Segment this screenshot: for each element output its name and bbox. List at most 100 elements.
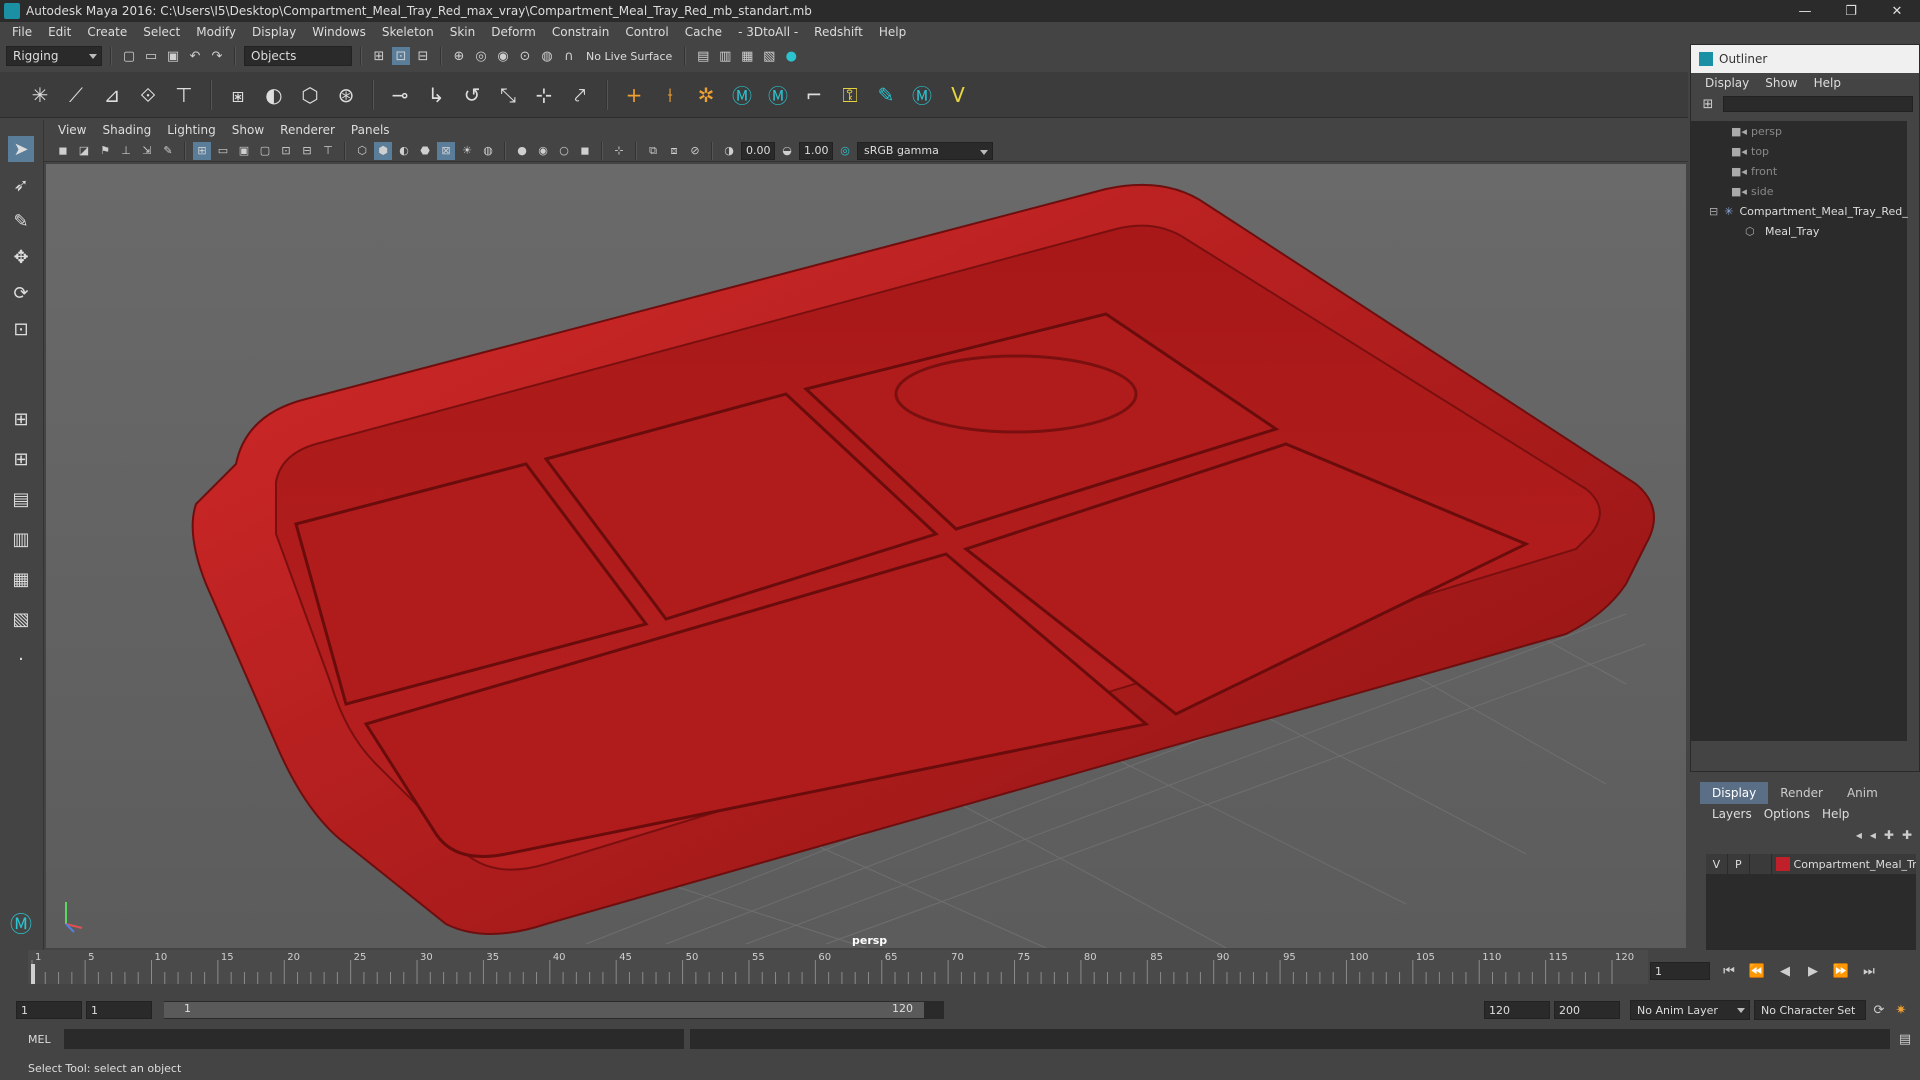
- menu-create[interactable]: Create: [79, 25, 135, 39]
- outliner-search-input[interactable]: [1723, 96, 1913, 112]
- paint-select-icon[interactable]: ✎: [8, 208, 34, 234]
- live-surface-label[interactable]: No Live Surface: [586, 50, 672, 63]
- outliner-menu-show[interactable]: Show: [1757, 76, 1805, 90]
- play-forward-icon[interactable]: ▶: [1804, 962, 1822, 980]
- lasso-tool-icon[interactable]: ➶: [8, 172, 34, 198]
- grease-pencil-icon[interactable]: ✎: [159, 142, 177, 160]
- move-layer-up-icon[interactable]: ◂: [1856, 828, 1862, 842]
- orient-joint-icon[interactable]: ⊤: [170, 81, 198, 109]
- end-time-field[interactable]: 200: [1554, 1001, 1620, 1019]
- scale-tool-icon[interactable]: ⊡: [8, 316, 34, 342]
- menu-control[interactable]: Control: [617, 25, 676, 39]
- playback-start-field[interactable]: 1: [86, 1001, 152, 1019]
- menu-select[interactable]: Select: [135, 25, 188, 39]
- isolate-select-icon[interactable]: ⊹: [610, 142, 628, 160]
- character-set-dropdown[interactable]: No Character Set: [1754, 1000, 1866, 1020]
- camera-attr-icon[interactable]: ◪: [75, 142, 93, 160]
- screen-ao-icon[interactable]: ●: [513, 142, 531, 160]
- layout-outliner-icon[interactable]: ▤: [8, 486, 34, 512]
- menu-3dtoall[interactable]: - 3DtoAll -: [730, 25, 806, 39]
- aim-constraint-icon[interactable]: ↳: [422, 81, 450, 109]
- snap-view-icon[interactable]: ⊙: [516, 47, 534, 65]
- time-ruler[interactable]: 1 5 10 15 20 25 30 35 40 45 50 55 60 65 70 75 80 85 90 95 10…: [28, 950, 1648, 984]
- quick-rig-icon[interactable]: ✎: [872, 81, 900, 109]
- gate-mask-icon[interactable]: ▢: [256, 142, 274, 160]
- layer-playback-toggle[interactable]: P: [1728, 854, 1750, 874]
- outliner-item-front[interactable]: ■◂ front: [1691, 161, 1907, 181]
- joint-tool-icon[interactable]: ✳: [26, 81, 54, 109]
- color-management-icon[interactable]: ◎: [836, 142, 854, 160]
- hypershade-icon[interactable]: ●: [782, 47, 800, 65]
- gamma-field[interactable]: 1.00: [799, 141, 833, 160]
- safe-action-icon[interactable]: ⊟: [298, 142, 316, 160]
- layout-hypershade-icon[interactable]: ▧: [8, 606, 34, 632]
- layer-type-toggle[interactable]: [1750, 854, 1772, 874]
- start-time-field[interactable]: 1: [16, 1001, 82, 1019]
- render-settings-icon[interactable]: ▤: [694, 47, 712, 65]
- layout-persp-icon[interactable]: ▦: [8, 566, 34, 592]
- ik-handle-icon[interactable]: ⟋: [62, 81, 90, 109]
- film-gate-icon[interactable]: ▭: [214, 142, 232, 160]
- lattice-icon[interactable]: ⬡: [296, 81, 324, 109]
- ipr-render-icon[interactable]: ▦: [738, 47, 756, 65]
- maya-home-icon[interactable]: Ⓜ: [8, 910, 34, 938]
- snap-curve-icon[interactable]: ◎: [472, 47, 490, 65]
- layer-menu-help[interactable]: Help: [1816, 807, 1855, 821]
- outliner-item-side[interactable]: ■◂ side: [1691, 181, 1907, 201]
- four-pane-icon[interactable]: ⊞: [8, 446, 34, 472]
- restore-button[interactable]: ❐: [1828, 0, 1874, 22]
- playback-end-field[interactable]: 120: [1484, 1001, 1550, 1019]
- image-plane-icon[interactable]: ⊥: [117, 142, 135, 160]
- range-track[interactable]: 1 120: [164, 1001, 944, 1019]
- layer-visibility-toggle[interactable]: V: [1706, 854, 1728, 874]
- bookmark-icon[interactable]: ⚑: [96, 142, 114, 160]
- tab-anim[interactable]: Anim: [1835, 782, 1890, 804]
- menu-help[interactable]: Help: [871, 25, 914, 39]
- textured-icon[interactable]: ⊠: [437, 141, 455, 160]
- use-lights-icon[interactable]: ☀: [458, 142, 476, 160]
- outliner-item-persp[interactable]: ■◂ persp: [1691, 121, 1907, 141]
- render-frame-icon[interactable]: ▥: [716, 47, 734, 65]
- minimize-button[interactable]: —: [1782, 0, 1828, 22]
- outliner-menu-display[interactable]: Display: [1697, 76, 1757, 90]
- outliner-menu-help[interactable]: Help: [1806, 76, 1849, 90]
- range-handle[interactable]: [164, 1002, 924, 1018]
- go-to-start-icon[interactable]: ⏮: [1720, 962, 1738, 980]
- close-button[interactable]: ✕: [1874, 0, 1920, 22]
- menu-display[interactable]: Display: [244, 25, 304, 39]
- layout-custom-icon[interactable]: ·: [8, 646, 34, 672]
- outliner-filter-icon[interactable]: ⊞: [1699, 95, 1717, 113]
- current-frame-marker[interactable]: [31, 964, 35, 984]
- shadows-icon[interactable]: ◍: [479, 142, 497, 160]
- 2d-pan-icon[interactable]: ⇲: [138, 142, 156, 160]
- wireframe-on-shaded-icon[interactable]: ⬣: [416, 142, 434, 160]
- menu-cache[interactable]: Cache: [677, 25, 730, 39]
- bind-skin-icon[interactable]: ⧆: [224, 81, 252, 109]
- menu-windows[interactable]: Windows: [304, 25, 374, 39]
- command-input[interactable]: [64, 1029, 684, 1049]
- outliner-item-group[interactable]: ⊟ ✳ Compartment_Meal_Tray_Red_: [1691, 201, 1908, 221]
- v-ray-icon[interactable]: V: [944, 81, 972, 109]
- anim-layer-dropdown[interactable]: No Anim Layer: [1630, 1000, 1750, 1020]
- safe-title-icon[interactable]: ⊤: [319, 142, 337, 160]
- collapse-icon[interactable]: ⊟: [1709, 205, 1718, 218]
- viewport-menu-view[interactable]: View: [50, 123, 94, 137]
- snap-surface-icon[interactable]: ◍: [538, 47, 556, 65]
- xray-joints-icon[interactable]: ⧈: [665, 142, 683, 160]
- current-frame-field[interactable]: 1: [1650, 962, 1710, 980]
- blank-shelf-icon[interactable]: ⌐: [800, 81, 828, 109]
- single-pane-icon[interactable]: ⊞: [8, 406, 34, 432]
- viewport-menu-show[interactable]: Show: [224, 123, 272, 137]
- camera-select-icon[interactable]: ◼: [54, 142, 72, 160]
- viewport-menu-shading[interactable]: Shading: [94, 123, 159, 137]
- undo-icon[interactable]: ↶: [186, 47, 204, 65]
- select-object-icon[interactable]: ⊡: [392, 47, 410, 65]
- magnet-icon[interactable]: ∩: [560, 47, 578, 65]
- ik-spline-icon[interactable]: ⊿: [98, 81, 126, 109]
- menu-skin[interactable]: Skin: [442, 25, 484, 39]
- layer-menu-options[interactable]: Options: [1758, 807, 1816, 821]
- cmd-language-label[interactable]: MEL: [0, 1033, 60, 1046]
- menu-edit[interactable]: Edit: [40, 25, 79, 39]
- layer-color-swatch[interactable]: [1775, 857, 1790, 871]
- auto-key-icon[interactable]: ⟳: [1870, 1001, 1888, 1019]
